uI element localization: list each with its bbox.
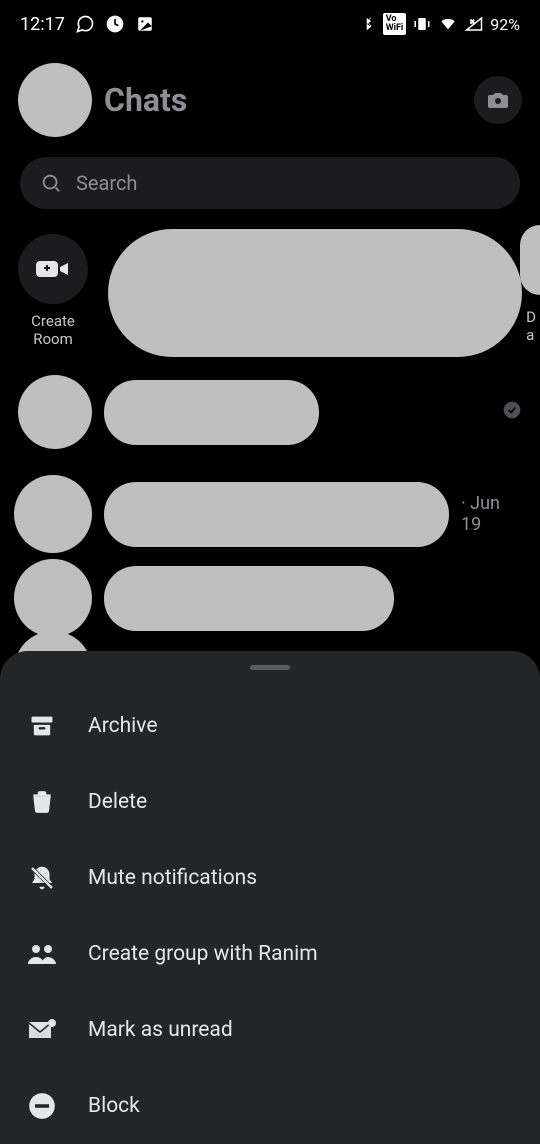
create-group-action[interactable]: Create group with Ranim — [0, 916, 540, 992]
camera-icon — [486, 88, 510, 112]
block-label: Block — [88, 1094, 140, 1118]
status-left: 12:17 — [20, 14, 155, 35]
bluetooth-icon — [357, 14, 377, 34]
chat-avatar — [14, 475, 92, 553]
create-room-label: CreateRoom — [31, 312, 75, 348]
status-right: VoWiFi × 92% — [357, 13, 520, 35]
chat-date: · Jun 19 — [461, 493, 522, 535]
redacted-content — [104, 380, 319, 445]
envelope-dot-icon — [26, 1014, 58, 1046]
vibrate-icon — [412, 14, 432, 34]
mark-unread-label: Mark as unread — [88, 1018, 233, 1042]
profile-avatar[interactable] — [18, 63, 92, 137]
video-plus-icon — [36, 257, 70, 281]
header: Chats — [0, 48, 540, 147]
chat-item[interactable]: · Jun 19 — [18, 467, 522, 561]
group-icon — [26, 938, 58, 970]
status-time: 12:17 — [20, 14, 65, 35]
delete-label: Delete — [88, 790, 147, 814]
wifi-icon — [438, 14, 458, 34]
block-icon — [26, 1090, 58, 1122]
create-group-label: Create group with Ranim — [88, 942, 318, 966]
bell-off-icon — [26, 862, 58, 894]
action-sheet: Archive Delete Mute notifications Create… — [0, 651, 540, 1144]
archive-icon — [26, 710, 58, 742]
create-room-button[interactable] — [18, 234, 88, 304]
delete-action[interactable]: Delete — [0, 764, 540, 840]
chat-list: · Jun 19 — [0, 367, 540, 645]
redacted-content — [104, 566, 394, 631]
trash-icon — [26, 786, 58, 818]
mark-unread-action[interactable]: Mark as unread — [0, 992, 540, 1068]
vowifi-icon: VoWiFi — [383, 13, 407, 35]
battery-percentage: 92% — [490, 15, 520, 34]
status-bar: 12:17 VoWiFi × 92% — [0, 0, 540, 48]
redacted-content — [104, 482, 449, 547]
archive-action[interactable]: Archive — [0, 688, 540, 764]
create-room-item[interactable]: CreateRoom — [18, 234, 88, 348]
page-title: Chats — [104, 81, 462, 119]
room-row: CreateRoom — [0, 219, 540, 367]
update-icon — [105, 14, 125, 34]
chat-avatar — [14, 559, 92, 637]
svg-text:×: × — [471, 17, 475, 26]
signal-icon: × — [464, 14, 484, 34]
search-placeholder: Search — [76, 171, 137, 195]
gallery-icon — [135, 14, 155, 34]
camera-button[interactable] — [474, 76, 522, 124]
partial-label: Da — [526, 308, 536, 344]
delivered-icon — [502, 400, 522, 424]
archive-label: Archive — [88, 714, 157, 738]
redacted-content — [108, 229, 522, 357]
chat-avatar — [18, 375, 92, 449]
redacted-avatar — [520, 225, 540, 295]
search-input[interactable]: Search — [20, 157, 520, 209]
mute-label: Mute notifications — [88, 866, 257, 890]
chat-item[interactable] — [18, 551, 522, 645]
whatsapp-icon — [75, 14, 95, 34]
search-icon — [40, 172, 62, 194]
sheet-handle[interactable] — [250, 665, 290, 670]
block-action[interactable]: Block — [0, 1068, 540, 1144]
mute-action[interactable]: Mute notifications — [0, 840, 540, 916]
chat-item[interactable] — [18, 367, 522, 457]
